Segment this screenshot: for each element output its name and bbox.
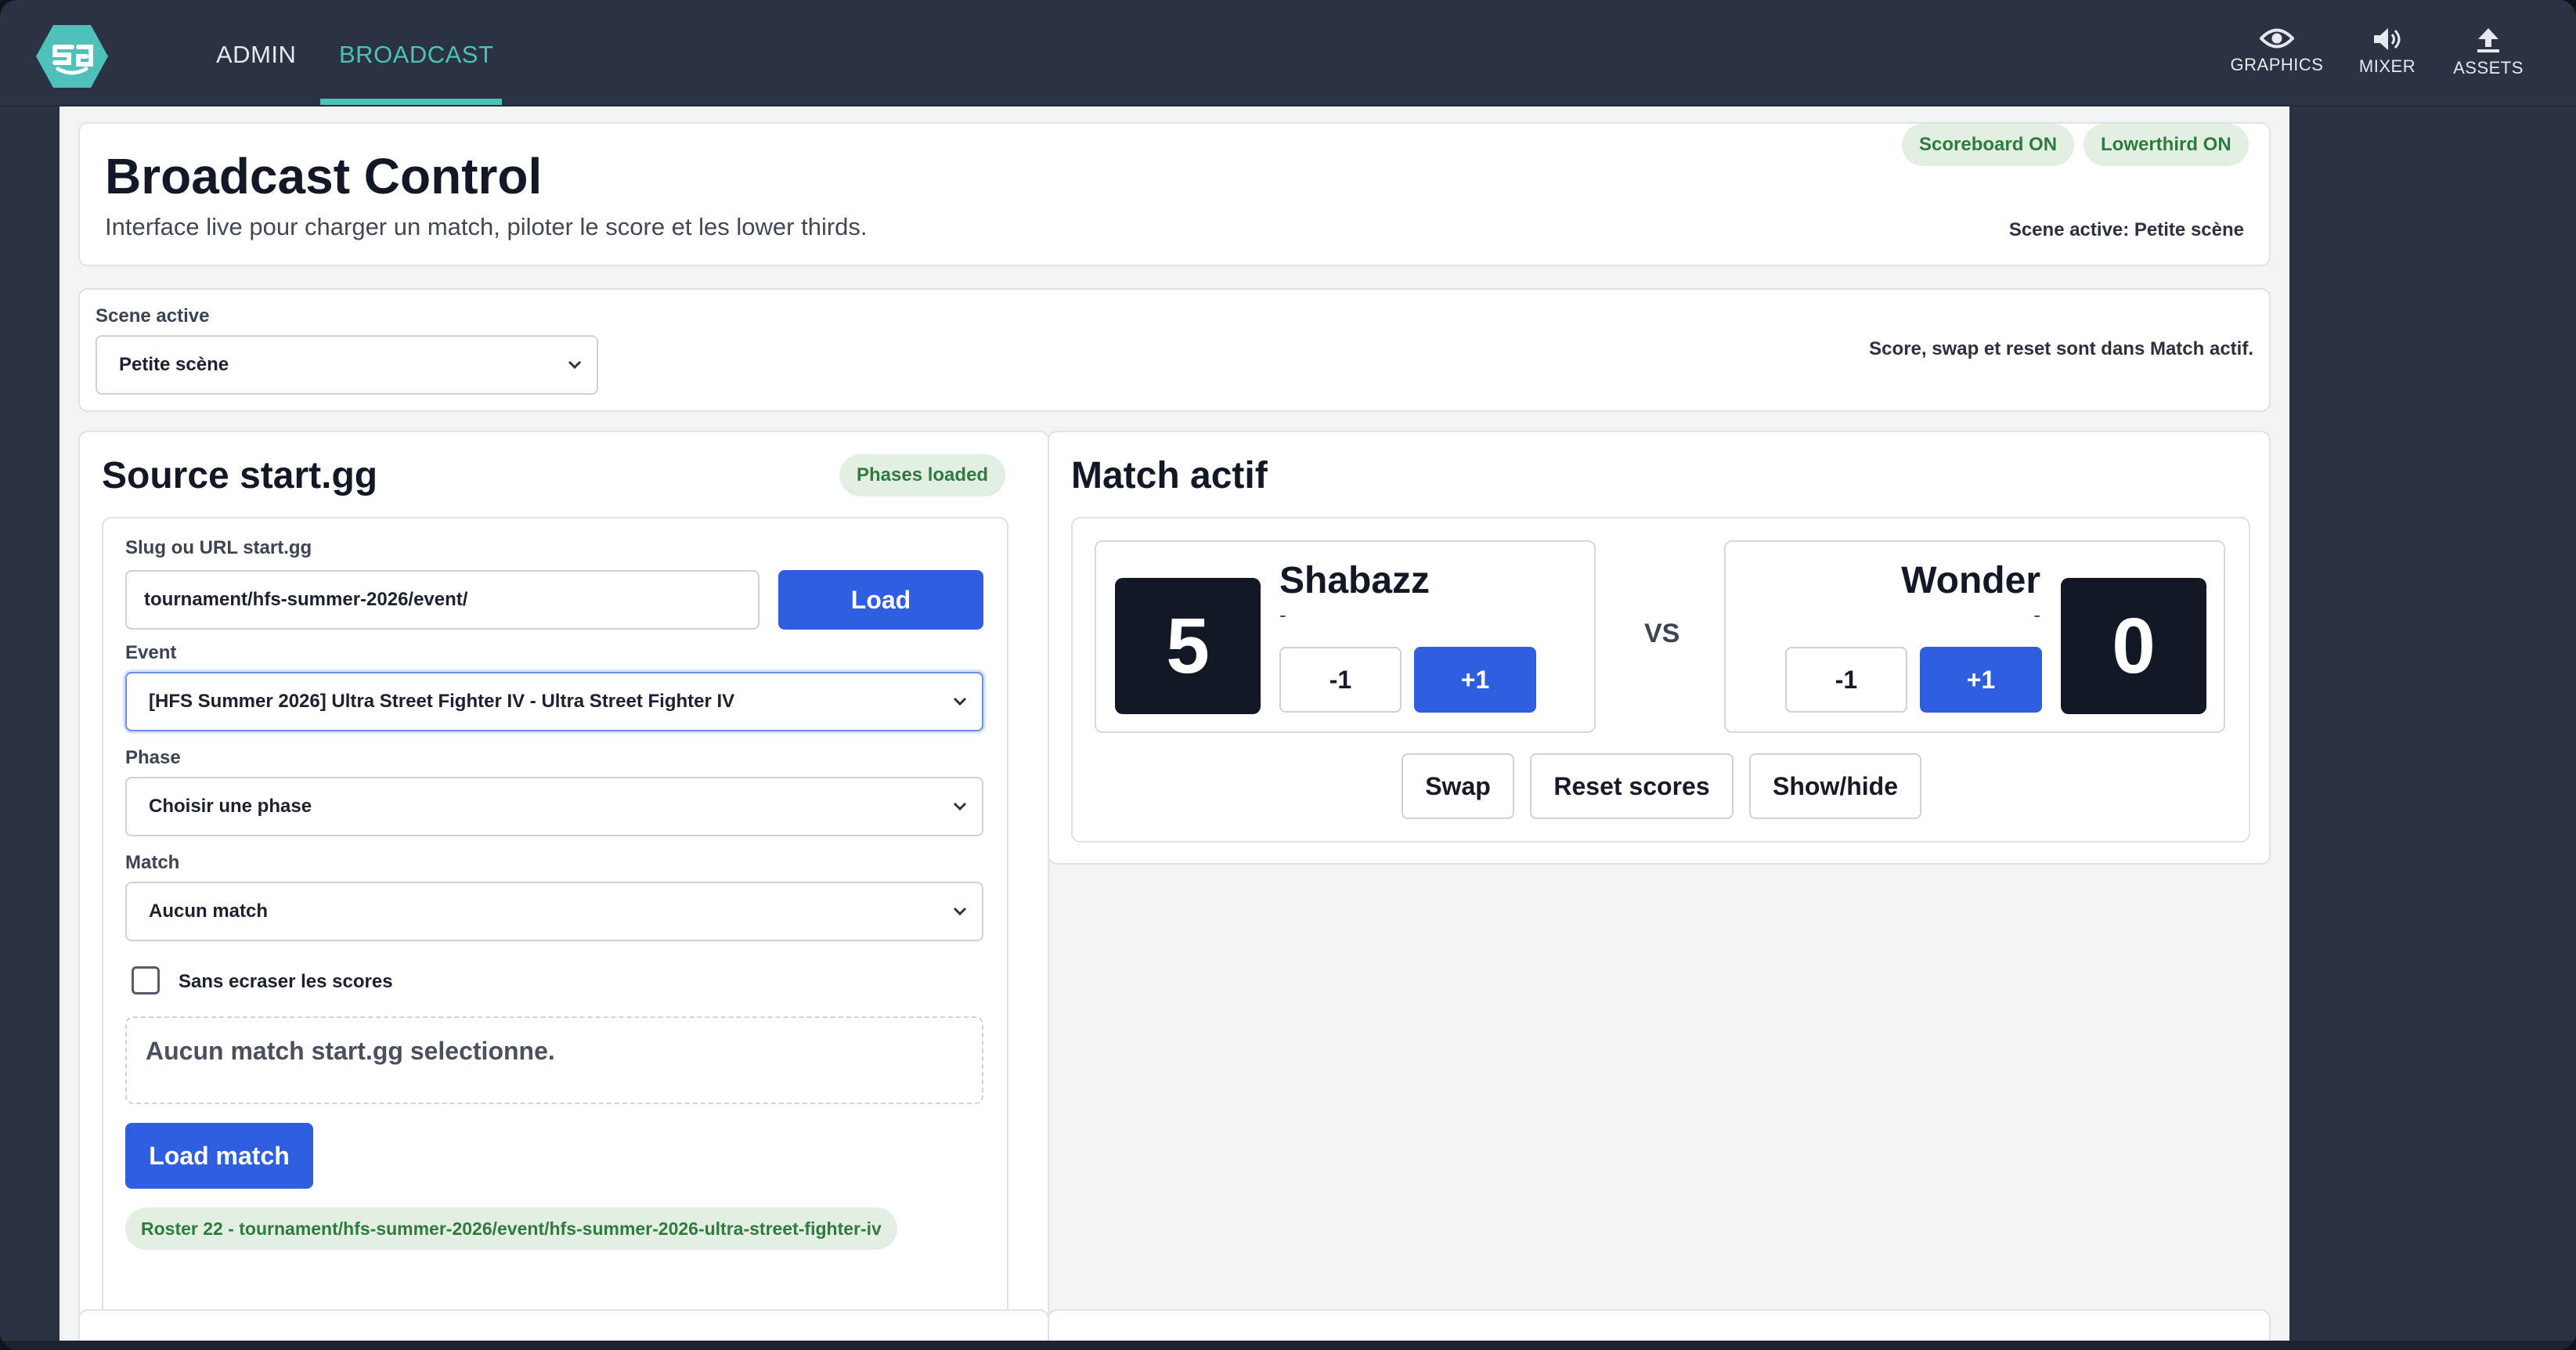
source-startgg-card: Source start.gg Phases loaded Slug ou UR… xyxy=(78,431,1049,1344)
scoreboard-status-badge: Scoreboard ON xyxy=(1902,124,2075,166)
mixer-label: MIXER xyxy=(2358,56,2416,76)
phases-loaded-badge: Phases loaded xyxy=(839,454,1006,496)
assets-label: ASSETS xyxy=(2453,58,2524,78)
nav-broadcast[interactable]: BROADCAST xyxy=(339,41,493,69)
player2-minus-button[interactable]: -1 xyxy=(1785,647,1907,713)
phase-select-value: Choisir une phase xyxy=(149,796,312,817)
graphics-button[interactable]: GRAPHICS xyxy=(2228,27,2325,75)
show-hide-button[interactable]: Show/hide xyxy=(1749,753,1921,819)
slug-input[interactable]: tournament/hfs-summer-2026/event/ xyxy=(125,570,759,630)
page-subtitle: Interface live pour charger un match, pi… xyxy=(105,213,868,240)
player2-name: Wonder xyxy=(1901,560,2040,601)
vs-label: VS xyxy=(1644,619,1680,648)
roster-badge: Roster 22 - tournament/hfs-summer-2026/e… xyxy=(125,1207,897,1250)
chevron-down-icon xyxy=(953,802,967,811)
app-logo-icon[interactable] xyxy=(34,23,110,89)
player2-score: 0 xyxy=(2061,578,2206,714)
match-select[interactable]: Aucun match xyxy=(125,882,983,941)
player2-plus-button[interactable]: +1 xyxy=(1920,647,2042,713)
player1-minus-button[interactable]: -1 xyxy=(1279,647,1402,713)
assets-button[interactable]: ASSETS xyxy=(2449,27,2527,78)
match-label: Match xyxy=(125,852,180,873)
player1-tag: - xyxy=(1279,603,1286,626)
scene-card: Scene active Petite scène Score, swap et… xyxy=(78,288,2271,412)
player1-plus-button[interactable]: +1 xyxy=(1414,647,1536,713)
header-card: Broadcast Control Interface live pour ch… xyxy=(78,122,2271,266)
graphics-label: GRAPHICS xyxy=(2230,55,2324,74)
chevron-down-icon xyxy=(568,360,582,370)
active-scene-status: Scene active: Petite scène xyxy=(2008,219,2244,240)
nav-admin[interactable]: ADMIN xyxy=(216,41,296,69)
reset-scores-button[interactable]: Reset scores xyxy=(1530,753,1734,819)
swap-button[interactable]: Swap xyxy=(1402,753,1514,819)
slug-input-value: tournament/hfs-summer-2026/event/ xyxy=(144,589,468,610)
lower-left-card xyxy=(78,1309,1049,1344)
source-title: Source start.gg xyxy=(102,455,378,496)
lower-right-card xyxy=(1048,1309,2271,1344)
player1-score: 5 xyxy=(1115,578,1261,714)
player1-name: Shabazz xyxy=(1279,560,1431,601)
mixer-button[interactable]: MIXER xyxy=(2352,27,2423,77)
lowerthird-status-badge: Lowerthird ON xyxy=(2084,124,2249,166)
scene-select[interactable]: Petite scène xyxy=(96,335,598,395)
window-bottom-edge xyxy=(0,1341,2576,1350)
app-window: ADMIN BROADCAST GRAPHICS MIXER ASSETS Br… xyxy=(0,0,2576,1350)
slug-label: Slug ou URL start.gg xyxy=(125,537,312,558)
keep-scores-label: Sans ecraser les scores xyxy=(179,971,393,992)
player2-box: Wonder - -1 +1 0 xyxy=(1724,540,2225,733)
match-active-card: Match actif 5 Shabazz - -1 +1 VS Wonder … xyxy=(1048,431,2271,865)
phase-label: Phase xyxy=(125,747,181,768)
upload-icon xyxy=(2477,28,2499,52)
player1-box: 5 Shabazz - -1 +1 xyxy=(1095,540,1596,733)
chevron-down-icon xyxy=(953,907,967,916)
player2-tag: - xyxy=(2033,603,2040,626)
right-gutter xyxy=(2289,106,2576,1350)
source-form: Slug ou URL start.gg tournament/hfs-summ… xyxy=(102,517,1008,1344)
phase-select[interactable]: Choisir une phase xyxy=(125,777,983,836)
event-label: Event xyxy=(125,642,177,663)
load-match-button[interactable]: Load match xyxy=(125,1123,313,1189)
active-nav-indicator xyxy=(320,99,502,105)
top-navigation: ADMIN BROADCAST GRAPHICS MIXER ASSETS xyxy=(0,0,2576,106)
scoreboard-panel: 5 Shabazz - -1 +1 VS Wonder - -1 +1 0 Sw… xyxy=(1071,517,2250,843)
page-title: Broadcast Control xyxy=(105,148,543,204)
load-button[interactable]: Load xyxy=(778,570,983,630)
selected-match-info: Aucun match start.gg selectionne. xyxy=(125,1016,983,1104)
scene-label: Scene active xyxy=(96,305,210,327)
scene-note: Score, swap et reset sont dans Match act… xyxy=(1869,338,2253,359)
empty-match-message: Aucun match start.gg selectionne. xyxy=(146,1037,555,1065)
eye-icon xyxy=(2260,28,2294,49)
speaker-icon xyxy=(2374,28,2401,50)
match-select-value: Aucun match xyxy=(149,901,269,922)
left-gutter xyxy=(0,106,60,1350)
match-title: Match actif xyxy=(1071,455,1268,496)
keep-scores-checkbox[interactable] xyxy=(132,966,160,994)
main-content[interactable]: Broadcast Control Interface live pour ch… xyxy=(60,106,2289,1344)
event-select[interactable]: [HFS Summer 2026] Ultra Street Fighter I… xyxy=(125,672,983,731)
scene-select-value: Petite scène xyxy=(119,354,229,375)
chevron-down-icon xyxy=(953,697,967,706)
event-select-value: [HFS Summer 2026] Ultra Street Fighter I… xyxy=(149,691,735,712)
